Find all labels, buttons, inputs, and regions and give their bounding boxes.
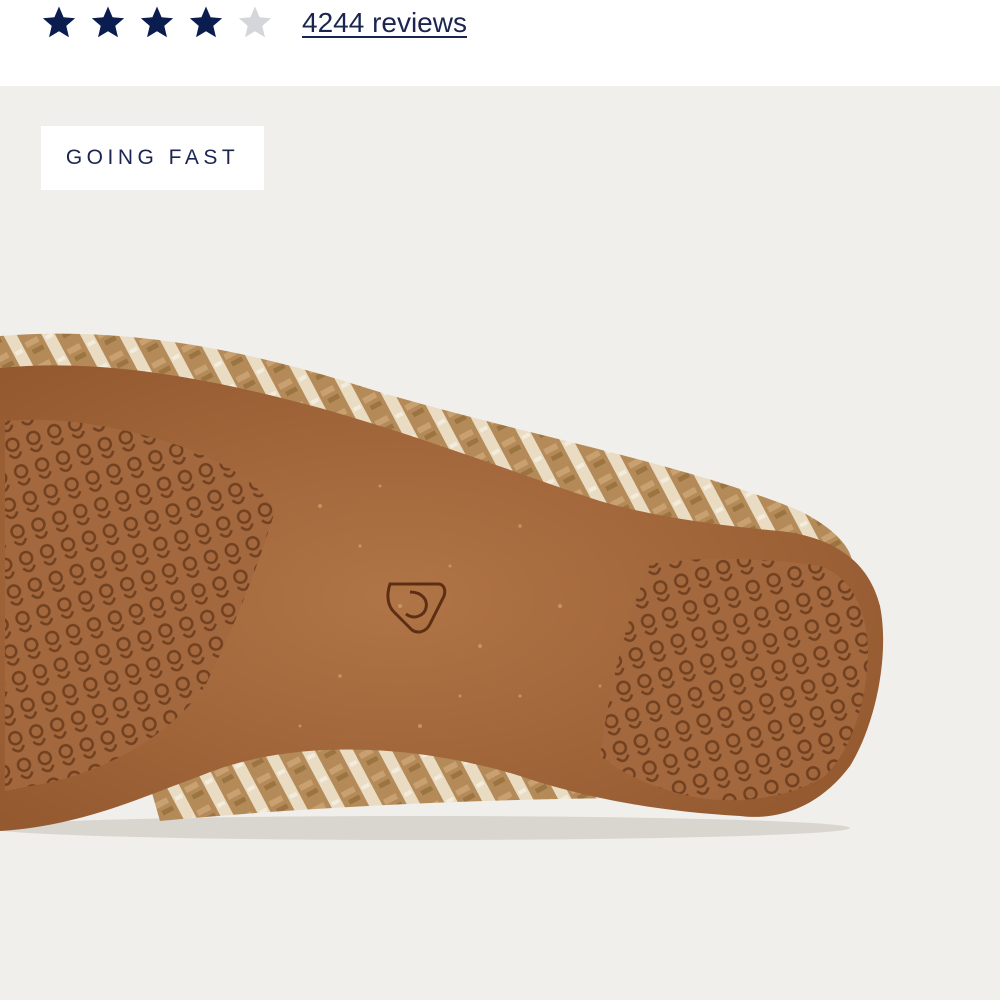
product-media: GOING FAST [0,86,1000,1000]
forefoot-tread [600,558,868,801]
going-fast-badge: GOING FAST [41,126,264,190]
star-filled-icon [187,4,225,42]
reviews-link[interactable]: 4244 reviews [302,7,467,39]
product-image[interactable] [0,86,1000,1000]
star-rating [40,4,274,42]
star-empty-icon [236,4,274,42]
star-filled-icon [89,4,127,42]
star-filled-icon [138,4,176,42]
rating-row: 4244 reviews [40,0,467,46]
star-filled-icon [40,4,78,42]
floor-shadow [0,816,850,840]
